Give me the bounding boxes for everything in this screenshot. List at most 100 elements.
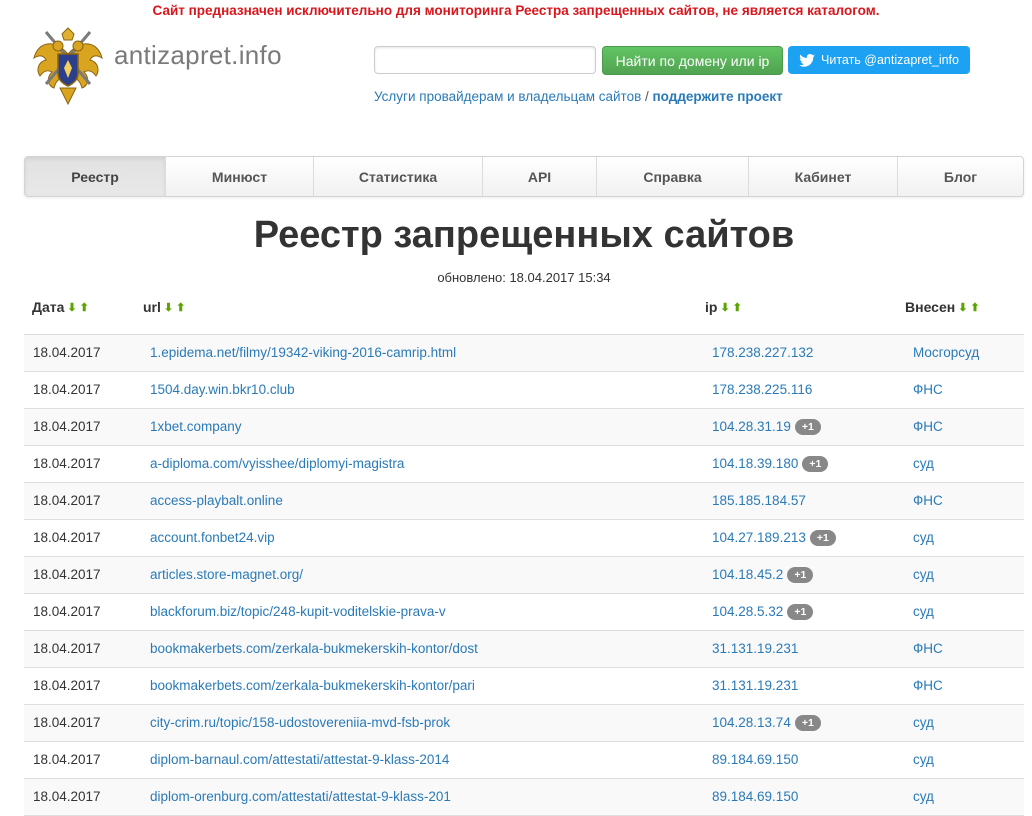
coat-of-arms-logo[interactable] [30,24,106,108]
twitter-follow-button[interactable]: Читать @antizapret_info [788,46,970,74]
tab-minjust[interactable]: Минюст [166,157,314,196]
row-ip-link[interactable]: 104.28.31.19 [712,419,791,434]
row-source-link[interactable]: суд [913,567,934,582]
row-ip-link[interactable]: 104.27.189.213 [712,530,806,545]
row-source-link[interactable]: суд [913,715,934,730]
sort-asc-icon[interactable]: ⬆ [733,301,742,314]
row-source-link[interactable]: ФНС [913,419,943,434]
provider-services-link[interactable]: Услуги провайдерам и владельцам сайтов [374,89,641,104]
registry-table: 18.04.2017 1.epidema.net/filmy/19342-viki… [24,335,1024,816]
row-source-link[interactable]: Мосгорсуд [913,345,979,360]
row-source-link[interactable]: ФНС [913,493,943,508]
site-name[interactable]: antizapret.info [114,40,282,71]
row-ip-cell: 104.28.5.32 +1 [712,604,814,620]
column-header-date[interactable]: Дата ⬇ ⬆ [32,299,89,315]
row-url-link[interactable]: 1504.day.win.bkr10.club [150,382,295,397]
row-ip-link[interactable]: 104.18.45.2 [712,567,783,582]
tab-cabinet[interactable]: Кабинет [749,157,898,196]
row-url-link[interactable]: 1xbet.company [150,419,242,434]
sort-desc-icon[interactable]: ⬇ [67,301,76,314]
sort-desc-icon[interactable]: ⬇ [958,301,967,314]
row-ip-cell: 104.27.189.213 +1 [712,530,836,546]
table-row: 18.04.2017 diplom-orenburg.com/attestati/… [24,779,1024,816]
row-date: 18.04.2017 [33,604,101,619]
twitter-bird-icon [799,53,815,67]
row-date: 18.04.2017 [33,567,101,582]
row-date: 18.04.2017 [33,752,101,767]
extra-ip-badge[interactable]: +1 [794,419,821,435]
row-ip-link[interactable]: 89.184.69.150 [712,789,798,804]
extra-ip-badge[interactable]: +1 [809,530,836,546]
row-date: 18.04.2017 [33,345,101,360]
row-url-link[interactable]: blackforum.biz/topic/248-kupit-voditelsk… [150,604,446,619]
row-source-link[interactable]: суд [913,789,934,804]
row-date: 18.04.2017 [33,493,101,508]
row-url-link[interactable]: diplom-orenburg.com/attestati/attestat-9… [150,789,451,804]
row-date: 18.04.2017 [33,715,101,730]
row-ip-link[interactable]: 178.238.227.132 [712,345,813,360]
tab-api[interactable]: API [483,157,597,196]
row-ip-link[interactable]: 185.185.184.57 [712,493,806,508]
twitter-button-label: Читать @antizapret_info [821,53,959,67]
table-row: 18.04.2017 blackforum.biz/topic/248-kupit… [24,594,1024,631]
row-source-link[interactable]: суд [913,752,934,767]
search-input[interactable] [374,46,596,74]
row-url-link[interactable]: city-crim.ru/topic/158-udostovereniia-mv… [150,715,450,730]
row-date: 18.04.2017 [33,789,101,804]
sort-asc-icon[interactable]: ⬆ [176,301,185,314]
updated-timestamp: обновлено: 18.04.2017 15:34 [437,270,611,285]
row-ip-link[interactable]: 89.184.69.150 [712,752,798,767]
row-ip-link[interactable]: 31.131.19.231 [712,641,798,656]
sort-asc-icon[interactable]: ⬆ [970,301,979,314]
support-project-link[interactable]: поддержите проект [653,89,783,104]
row-url-link[interactable]: bookmakerbets.com/zerkala-bukmekerskih-k… [150,641,478,656]
extra-ip-badge[interactable]: +1 [787,604,814,620]
row-url-link[interactable]: bookmakerbets.com/zerkala-bukmekerskih-k… [150,678,475,693]
row-url-link[interactable]: account.fonbet24.vip [150,530,275,545]
row-ip-cell: 89.184.69.150 [712,752,798,767]
column-header-url[interactable]: url ⬇ ⬆ [143,299,185,315]
row-ip-cell: 104.18.39.180 +1 [712,456,829,472]
row-url-link[interactable]: articles.store-magnet.org/ [150,567,303,582]
row-date: 18.04.2017 [33,678,101,693]
row-ip-link[interactable]: 104.28.5.32 [712,604,783,619]
row-ip-link[interactable]: 31.131.19.231 [712,678,798,693]
tab-help[interactable]: Справка [597,157,749,196]
row-ip-cell: 104.28.31.19 +1 [712,419,821,435]
row-url-link[interactable]: a-diploma.com/vyisshee/diplomyi-magistra [150,456,404,471]
row-source-link[interactable]: суд [913,604,934,619]
column-header-source[interactable]: Внесен ⬇ ⬆ [905,299,980,315]
promo-separator: / [641,89,653,104]
table-row: 18.04.2017 1504.day.win.bkr10.club 178.238… [24,372,1024,409]
column-header-url-label: url [143,299,161,315]
row-source-link[interactable]: суд [913,456,934,471]
find-button[interactable]: Найти по домену или ip [602,46,783,75]
row-url-link[interactable]: access-playbalt.online [150,493,283,508]
promo-line: Услуги провайдерам и владельцам сайтов /… [374,89,783,104]
sort-asc-icon[interactable]: ⬆ [80,301,89,314]
sort-desc-icon[interactable]: ⬇ [720,301,729,314]
row-source-link[interactable]: ФНС [913,678,943,693]
row-date: 18.04.2017 [33,456,101,471]
row-url-link[interactable]: 1.epidema.net/filmy/19342-viking-2016-ca… [150,345,456,360]
extra-ip-badge[interactable]: +1 [787,567,814,583]
row-ip-cell: 104.28.13.74 +1 [712,715,821,731]
row-url-link[interactable]: diplom-barnaul.com/attestati/attestat-9-… [150,752,449,767]
row-date: 18.04.2017 [33,530,101,545]
extra-ip-badge[interactable]: +1 [802,456,829,472]
column-header-ip[interactable]: ip ⬇ ⬆ [705,299,742,315]
row-ip-link[interactable]: 178.238.225.116 [712,382,812,397]
row-source-link[interactable]: ФНС [913,641,943,656]
row-ip-link[interactable]: 104.28.13.74 [712,715,791,730]
row-source-link[interactable]: ФНС [913,382,943,397]
row-source-link[interactable]: суд [913,530,934,545]
main-nav: Реестр Минюст Статистика API Справка Каб… [24,156,1024,197]
sort-desc-icon[interactable]: ⬇ [164,301,173,314]
extra-ip-badge[interactable]: +1 [794,715,821,731]
tab-registry[interactable]: Реестр [25,157,166,196]
tab-statistics[interactable]: Статистика [314,157,483,196]
row-ip-link[interactable]: 104.18.39.180 [712,456,798,471]
tab-blog[interactable]: Блог [898,157,1023,196]
site-notice: Сайт предназначен исключительно для мони… [152,3,880,18]
table-row: 18.04.2017 bookmakerbets.com/zerkala-bukm… [24,668,1024,705]
